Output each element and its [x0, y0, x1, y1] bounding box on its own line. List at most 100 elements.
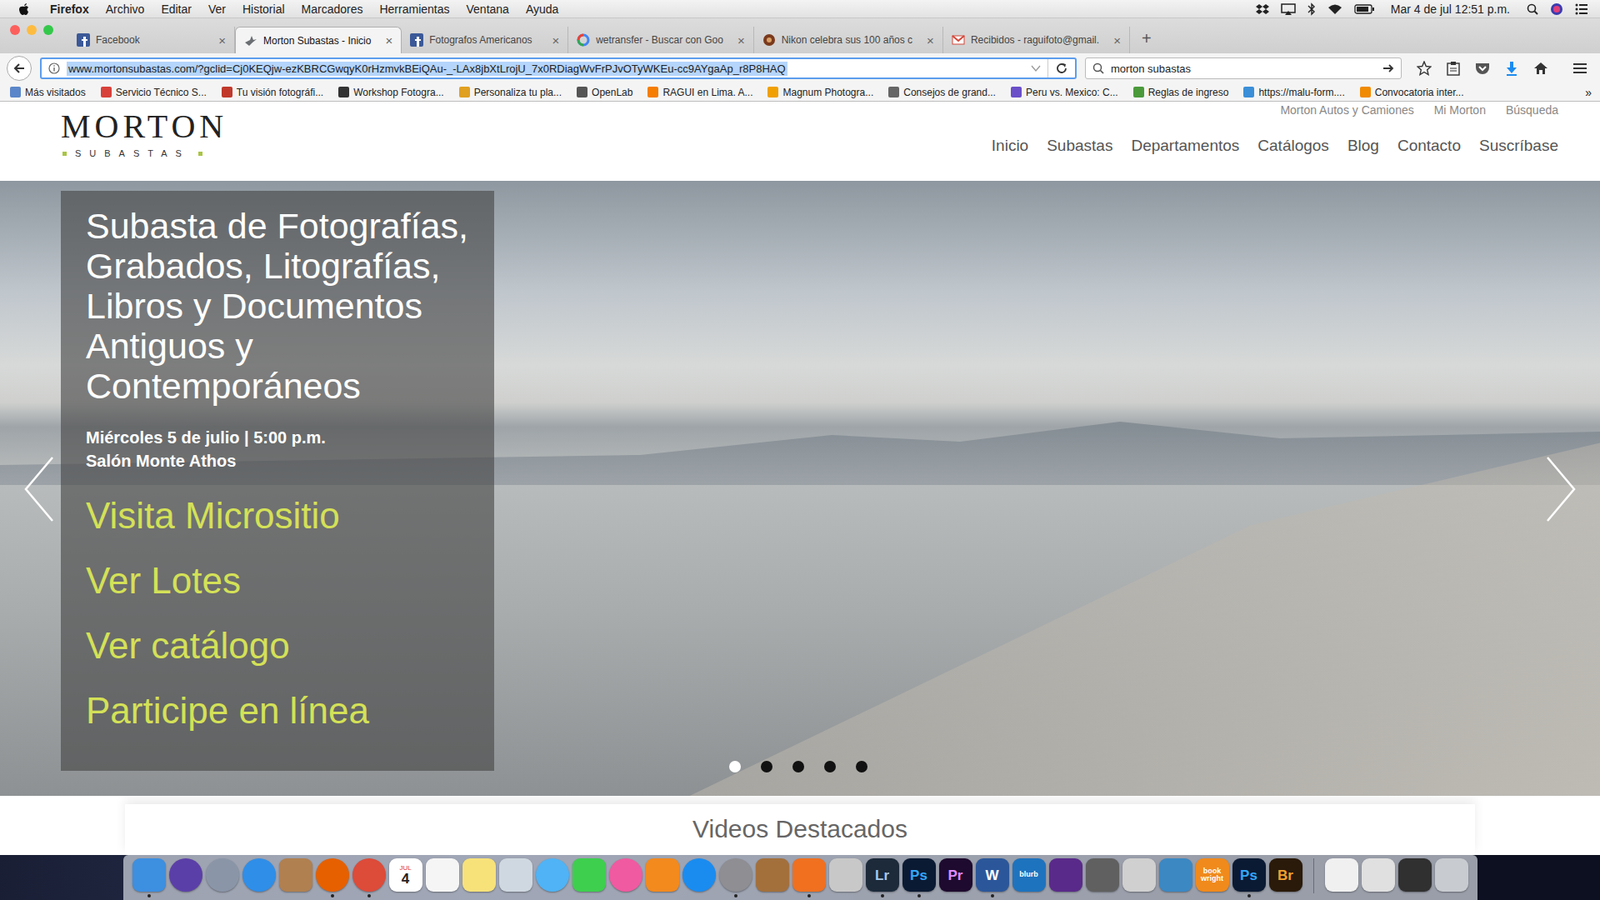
slide-dot[interactable] — [792, 760, 805, 773]
slide-dot[interactable] — [729, 760, 741, 773]
go-arrow-icon[interactable] — [1382, 62, 1395, 75]
dock-stack[interactable] — [1397, 858, 1433, 898]
url-text[interactable]: www.mortonsubastas.com/?gclid=Cj0KEQjw-e… — [66, 61, 788, 76]
bookmark[interactable]: Peru vs. Mexico: C... — [1010, 86, 1119, 99]
hero-link[interactable]: Ver catálogo — [85, 622, 478, 670]
dock-item[interactable] — [315, 858, 350, 898]
back-button[interactable] — [6, 55, 32, 81]
bookmark[interactable]: Reglas de ingreso — [1133, 86, 1230, 99]
hero-link[interactable]: Visita Micrositio — [85, 492, 478, 540]
home-icon[interactable] — [1533, 61, 1549, 75]
nav-item[interactable]: Suscríbase — [1479, 136, 1559, 155]
menu-app[interactable]: Firefox — [50, 2, 90, 16]
dock-item[interactable] — [1085, 858, 1120, 898]
tab-close[interactable]: × — [210, 33, 226, 48]
clock[interactable]: Mar 4 de jul 12:51 p.m. — [1390, 2, 1510, 16]
menu-item[interactable]: Marcadores — [301, 2, 364, 16]
menu-item[interactable]: Ver — [208, 2, 226, 16]
wifi-icon[interactable] — [1327, 3, 1343, 15]
clipboard-icon[interactable] — [1446, 60, 1460, 76]
tab-close[interactable]: × — [543, 33, 560, 48]
menu-item[interactable]: Archivo — [105, 2, 145, 16]
siri-icon[interactable] — [1550, 2, 1564, 16]
download-icon[interactable] — [1505, 60, 1519, 76]
dock-stack[interactable] — [1324, 858, 1360, 898]
dock-item[interactable] — [168, 858, 204, 898]
info-icon[interactable] — [48, 62, 60, 75]
bookmark[interactable]: RAGUI en Lima. A... — [647, 86, 753, 99]
top-link[interactable]: Morton Autos y Camiones — [1280, 103, 1414, 117]
tab[interactable]: wetransfer - Buscar con Goo × — [568, 26, 755, 54]
nav-item[interactable]: Catálogos — [1257, 136, 1330, 155]
dock-item[interactable]: book wright — [1195, 858, 1230, 898]
dock-item[interactable] — [828, 858, 864, 898]
battery-icon[interactable] — [1354, 4, 1375, 15]
dock-item[interactable] — [608, 858, 644, 898]
dropbox-icon[interactable] — [1255, 3, 1270, 15]
star-icon[interactable] — [1416, 60, 1432, 76]
dock-item[interactable] — [681, 858, 717, 898]
bookmark[interactable]: Personaliza tu pla... — [459, 86, 562, 99]
chevron-left-icon[interactable] — [22, 455, 56, 523]
dock-item[interactable]: blurb — [1011, 858, 1047, 898]
url-bar[interactable]: www.mortonsubastas.com/?gclid=Cj0KEQjw-e… — [40, 57, 1077, 80]
dock-stack[interactable] — [1434, 858, 1470, 898]
nav-item[interactable]: Subastas — [1046, 136, 1113, 155]
dock-item[interactable] — [241, 858, 277, 898]
top-link[interactable]: Mi Morton — [1434, 103, 1486, 117]
dock-item[interactable] — [351, 858, 387, 898]
zoom-window-icon[interactable] — [43, 25, 54, 35]
nav-item[interactable]: Departamentos — [1130, 136, 1240, 155]
nav-item[interactable]: Contacto — [1397, 136, 1461, 155]
dock-item[interactable] — [461, 858, 497, 898]
bookmark[interactable]: Magnum Photogra... — [767, 86, 874, 99]
dock-stack[interactable] — [1360, 858, 1396, 898]
close-window-icon[interactable] — [10, 25, 20, 35]
dock-item[interactable]: JUL 4 — [388, 858, 424, 898]
slide-dot[interactable] — [855, 760, 868, 773]
reload-button[interactable] — [1047, 59, 1075, 78]
bookmark[interactable]: Consejos de grand... — [888, 86, 996, 99]
search-bar[interactable]: morton subastas — [1085, 57, 1402, 80]
tab[interactable]: Morton Subastas - Inicio × — [235, 26, 402, 54]
chevron-right-icon[interactable] — [1544, 455, 1578, 523]
dock-item[interactable] — [535, 858, 570, 898]
dock-item[interactable]: Lr — [865, 858, 900, 898]
bookmark[interactable]: Servicio Técnico S... — [100, 86, 207, 99]
tab-close[interactable]: × — [729, 33, 745, 48]
dock-item[interactable] — [205, 858, 240, 898]
bookmark[interactable]: Tu visión fotográfi... — [221, 86, 324, 99]
dock-item[interactable] — [718, 858, 754, 898]
menu-item[interactable]: Herramientas — [379, 2, 450, 16]
top-link[interactable]: Búsqueda — [1505, 103, 1559, 117]
menu-item[interactable]: Ventana — [466, 2, 510, 16]
menu-item[interactable]: Ayuda — [525, 2, 559, 16]
tab-close[interactable]: × — [918, 33, 935, 48]
tab[interactable]: Nikon celebra sus 100 años c × — [754, 26, 944, 54]
minimize-window-icon[interactable] — [26, 25, 37, 35]
dock-item[interactable] — [1158, 858, 1194, 898]
tab-close[interactable]: × — [376, 33, 393, 48]
dock-item[interactable]: Ps — [901, 858, 937, 898]
bookmark[interactable]: Workshop Fotogra... — [338, 86, 445, 99]
dock-item[interactable]: Br — [1268, 858, 1304, 898]
tab[interactable]: Recibidos - raguifoto@gmail. × — [943, 26, 1130, 54]
dock-item[interactable] — [1048, 858, 1084, 898]
slide-dot[interactable] — [824, 760, 836, 773]
tab-close[interactable]: × — [1105, 33, 1121, 48]
menu-icon[interactable] — [1573, 62, 1587, 75]
logo[interactable]: MORTON SUBASTAS — [60, 101, 228, 181]
airplay-icon[interactable] — [1280, 3, 1296, 15]
spotlight-icon[interactable] — [1526, 3, 1539, 15]
dock-item[interactable] — [425, 858, 460, 898]
apple-icon[interactable] — [18, 2, 30, 16]
bookmark[interactable]: Convocatoria inter... — [1360, 86, 1465, 99]
dock-item[interactable] — [1121, 858, 1157, 898]
dock-item[interactable] — [645, 858, 680, 898]
dock-item[interactable] — [571, 858, 607, 898]
search-text[interactable]: morton subastas — [1110, 62, 1191, 75]
new-tab-button[interactable]: + — [1130, 29, 1164, 54]
bookmark[interactable]: Más visitados — [10, 86, 86, 99]
tab[interactable]: Fotografos Americanos × — [401, 26, 569, 54]
bookmarks-more[interactable]: » — [1585, 85, 1592, 100]
